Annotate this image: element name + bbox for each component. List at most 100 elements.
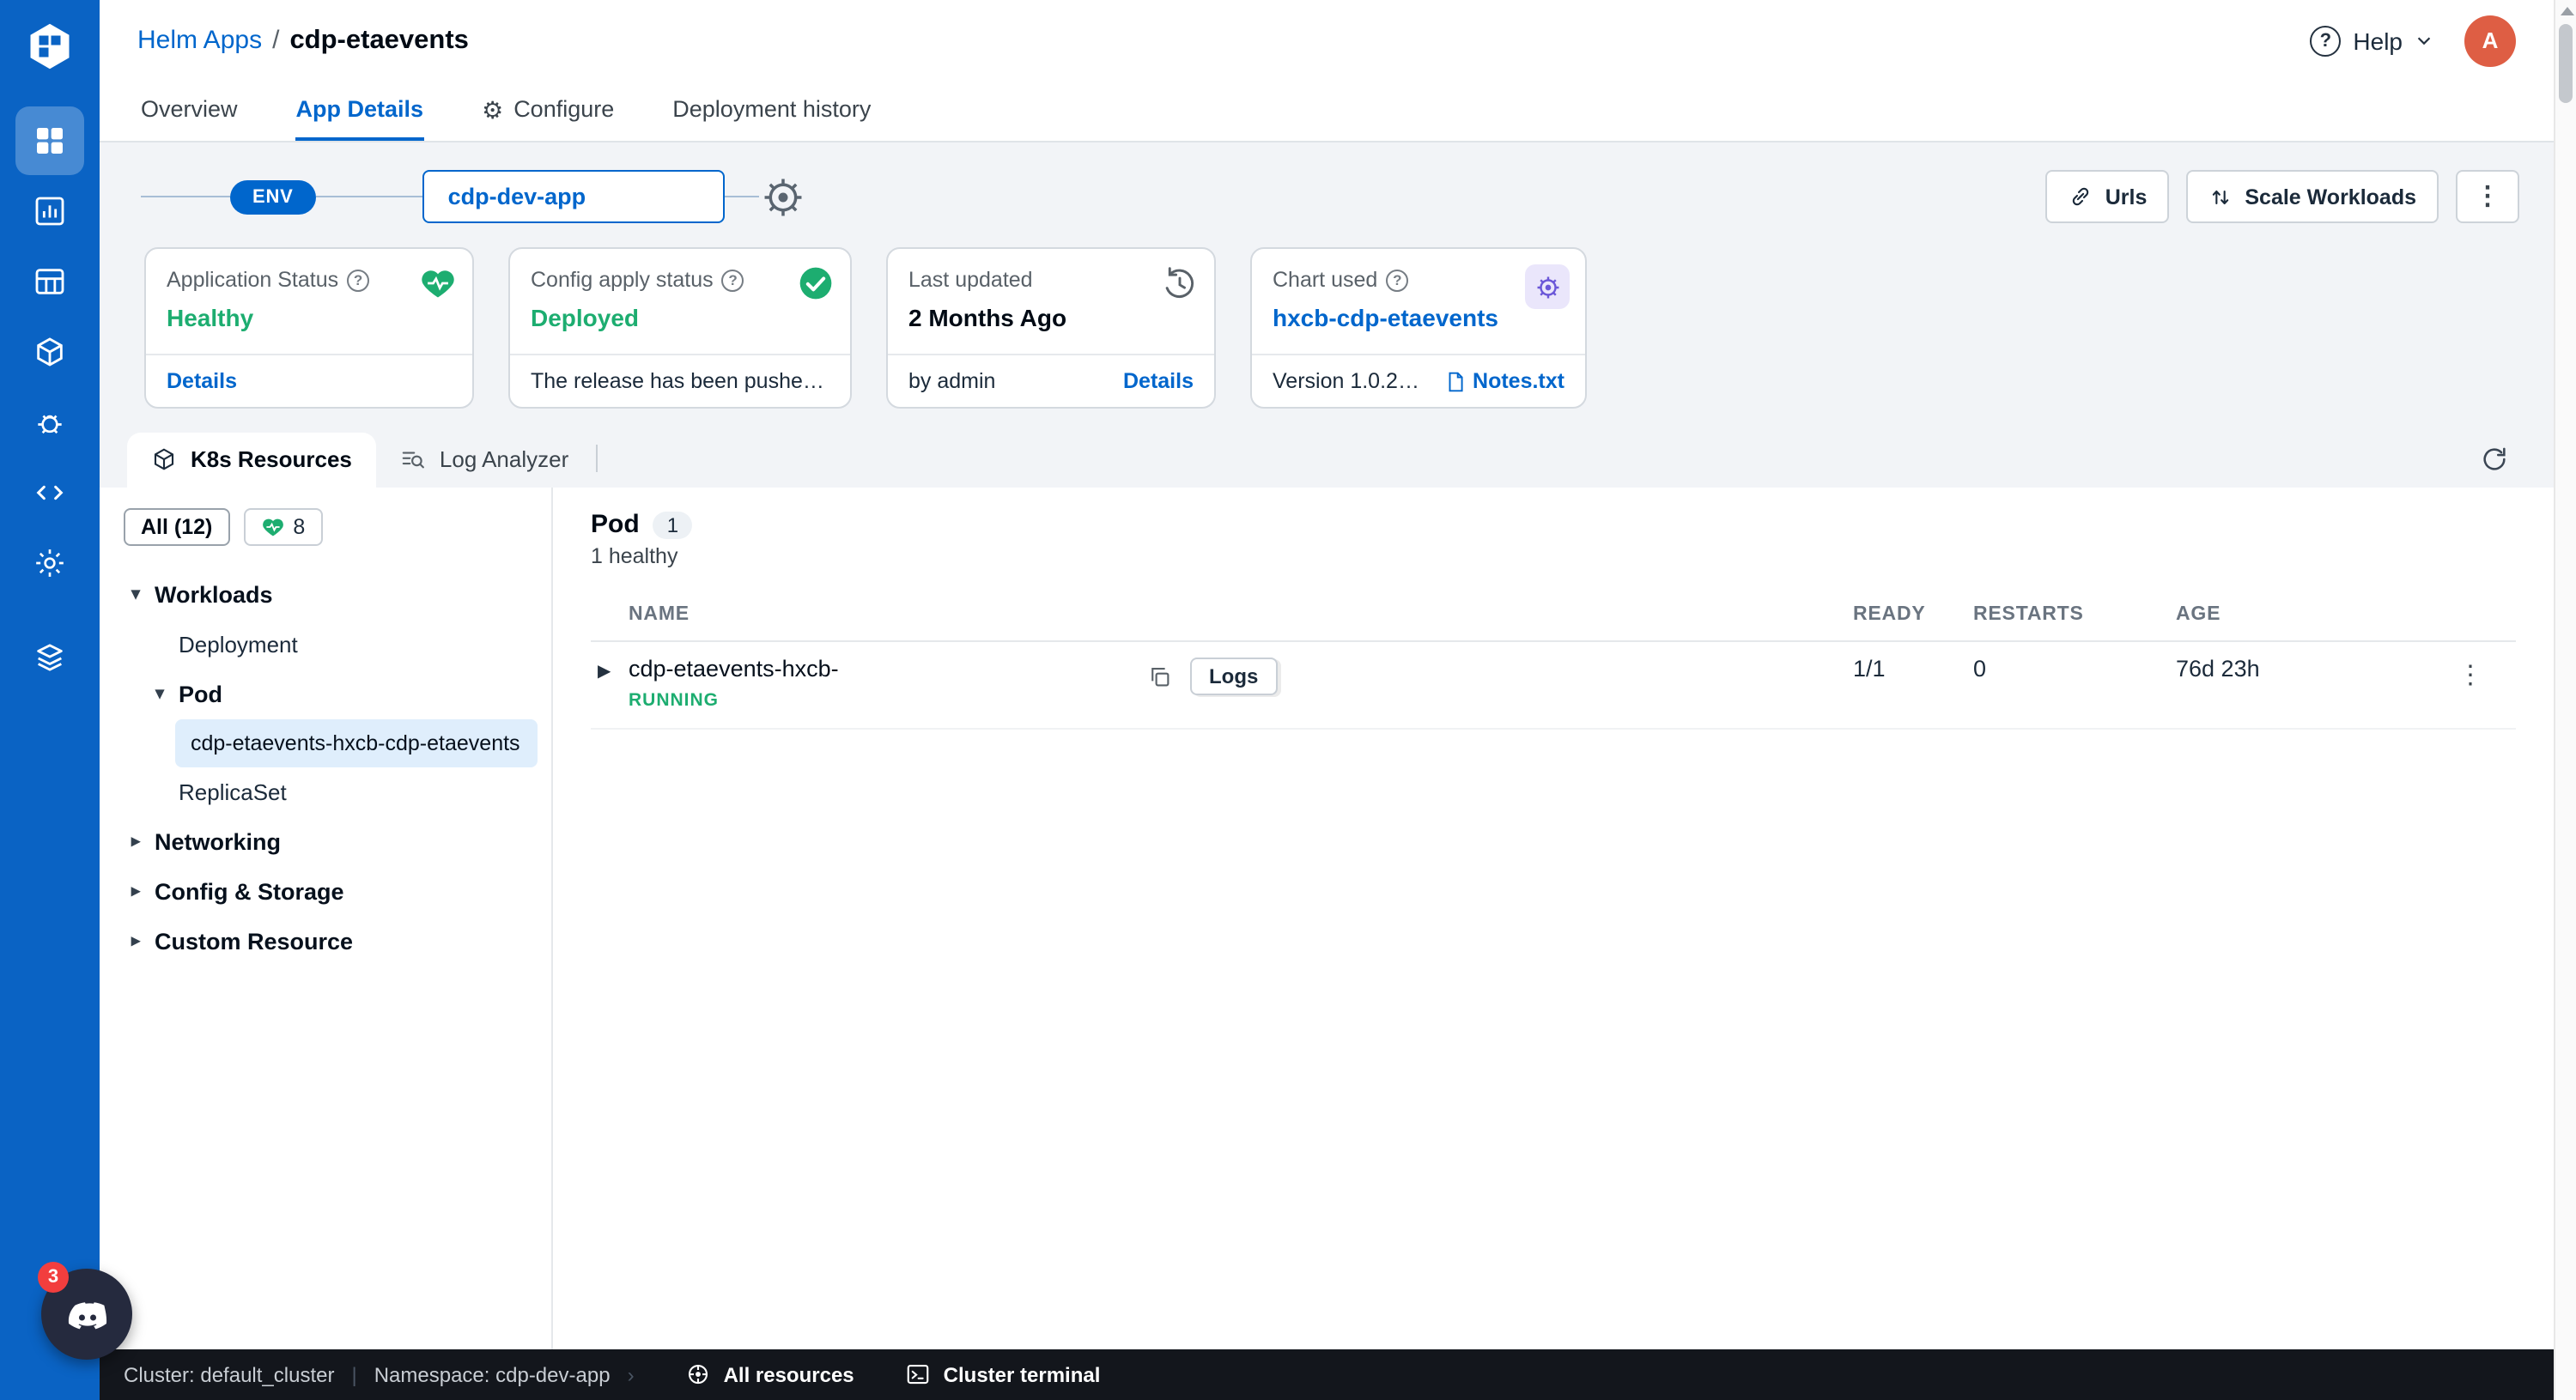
pod-ready-value: 1/1 xyxy=(1846,641,1966,730)
pod-health-summary: 1 healthy xyxy=(591,544,678,568)
cluster-terminal-button[interactable]: Cluster terminal xyxy=(906,1361,1101,1387)
breadcrumb: Helm Apps / cdp-etaevents xyxy=(137,25,469,56)
page-scrollbar[interactable] xyxy=(2554,0,2576,1400)
filter-all-chip[interactable]: All (12) xyxy=(124,508,230,546)
pod-table-row: ▶ cdp-etaevents-hxcb- RUNNING Logs 1/1 0… xyxy=(591,641,2516,730)
file-icon xyxy=(1448,371,1462,391)
resources-wheel-icon xyxy=(689,1364,708,1385)
layers-icon xyxy=(37,644,63,671)
info-icon[interactable]: ? xyxy=(347,269,370,291)
sidebar-item-resource-browser[interactable] xyxy=(15,247,84,316)
help-menu[interactable]: ? Help xyxy=(2310,25,2433,56)
code-icon xyxy=(36,485,64,500)
scale-workloads-button[interactable]: Scale Workloads xyxy=(2186,170,2439,223)
tree-item-custom-resource[interactable]: ▸ Custom Resource xyxy=(117,917,538,967)
tree-item-replicaset[interactable]: ReplicaSet xyxy=(117,767,538,817)
terminal-icon xyxy=(908,1364,929,1385)
tree-item-pod[interactable]: ▾ Pod xyxy=(117,670,538,719)
flow-line xyxy=(141,196,230,197)
app-details-header: ENV cdp-dev-app Urls Scale Workloads ⋮ A… xyxy=(100,142,2554,488)
sidebar-item-stack-details[interactable] xyxy=(15,623,84,692)
sidebar-item-global-configurations[interactable] xyxy=(15,529,84,597)
config-apply-status-title: Config apply status xyxy=(531,268,714,292)
pod-count-badge: 1 xyxy=(653,511,693,538)
kebab-icon: ⋮ xyxy=(2458,661,2483,690)
devtron-logo[interactable] xyxy=(21,17,79,76)
application-status-title: Application Status xyxy=(167,268,339,292)
sidebar-item-devtron-stack-manager[interactable] xyxy=(15,458,84,527)
tree-item-workloads[interactable]: ▾ Workloads xyxy=(117,570,538,620)
breadcrumb-helm-apps-link[interactable]: Helm Apps xyxy=(137,26,262,55)
pod-list-panel: Pod 1 1 healthy NAME READY RESTARTS AGE xyxy=(553,488,2554,1348)
caret-right-icon: ▸ xyxy=(131,882,141,901)
avatar[interactable]: A xyxy=(2464,15,2516,66)
tree-item-config-storage[interactable]: ▸ Config & Storage xyxy=(117,867,538,917)
sidebar-item-applications[interactable] xyxy=(15,106,84,175)
cluster-terminal-label: Cluster terminal xyxy=(943,1362,1101,1386)
apps-grid-icon xyxy=(37,128,63,154)
refresh-button[interactable] xyxy=(2470,434,2519,488)
tab-app-details[interactable]: App Details xyxy=(295,81,424,141)
tab-k8s-resources-label: K8s Resources xyxy=(191,446,352,472)
all-resources-button[interactable]: All resources xyxy=(686,1361,854,1387)
more-actions-button[interactable]: ⋮ xyxy=(2456,170,2519,223)
tab-overview-label: Overview xyxy=(141,96,238,122)
application-status-details-link[interactable]: Details xyxy=(167,369,237,393)
tree-item-networking[interactable]: ▸ Networking xyxy=(117,817,538,867)
sidebar-item-security[interactable] xyxy=(15,388,84,457)
k8s-resources-panel: All (12) 8 ▾ Workloads Deployment ▾ Pod … xyxy=(100,488,2554,1348)
env-app-selector[interactable]: cdp-dev-app xyxy=(422,170,725,223)
page-title: cdp-etaevents xyxy=(289,25,469,54)
chart-used-value[interactable]: hxcb-cdp-etaevents xyxy=(1273,304,1564,331)
urls-button[interactable]: Urls xyxy=(2044,170,2170,223)
tab-overview[interactable]: Overview xyxy=(141,81,238,141)
chat-notification-badge: 3 xyxy=(38,1262,69,1293)
tab-configure[interactable]: ⚙ Configure xyxy=(482,81,614,141)
notes-link[interactable]: Notes.txt xyxy=(1443,369,1564,393)
heart-pulse-icon xyxy=(419,264,457,302)
scrollbar-thumb[interactable] xyxy=(2559,24,2573,103)
tree-item-label: cdp-etaevents-hxcb-cdp-etaevents xyxy=(191,731,520,755)
kebab-icon: ⋮ xyxy=(2475,182,2500,211)
tab-deployment-history-label: Deployment history xyxy=(672,96,872,122)
cluster-label: Cluster: default_cluster xyxy=(124,1362,335,1386)
all-resources-label: All resources xyxy=(723,1362,854,1386)
tab-deployment-history[interactable]: Deployment history xyxy=(672,81,871,141)
info-icon[interactable]: ? xyxy=(1386,269,1409,291)
column-header-restarts: RESTARTS xyxy=(1966,589,2169,642)
tab-log-analyzer[interactable]: Log Analyzer xyxy=(376,433,592,488)
copy-name-button[interactable] xyxy=(1144,660,1176,693)
helm-chart-icon xyxy=(1525,264,1570,309)
tree-item-label: Pod xyxy=(179,682,222,707)
last-updated-by: by admin xyxy=(908,369,996,393)
sidebar-item-chart-store[interactable] xyxy=(15,318,84,386)
row-menu-button[interactable]: ⋮ xyxy=(2447,656,2494,695)
bar-chart-icon xyxy=(35,197,64,226)
help-icon: ? xyxy=(2310,25,2342,56)
tab-configure-label: Configure xyxy=(513,96,615,122)
filter-healthy-chip[interactable]: 8 xyxy=(243,508,323,546)
sidebar xyxy=(0,0,100,1400)
tree-item-deployment[interactable]: Deployment xyxy=(117,620,538,670)
sidebar-item-charts[interactable] xyxy=(15,177,84,245)
copy-icon xyxy=(1151,666,1170,686)
info-icon[interactable]: ? xyxy=(721,269,744,291)
resource-tree: All (12) 8 ▾ Workloads Deployment ▾ Pod … xyxy=(100,488,553,1348)
tree-item-pod-instance[interactable]: cdp-etaevents-hxcb-cdp-etaevents xyxy=(175,719,538,767)
caret-right-icon: ▸ xyxy=(131,833,141,852)
logs-button-label: Logs xyxy=(1209,664,1259,688)
pod-name[interactable]: cdp-etaevents-hxcb- xyxy=(629,656,1144,682)
chat-widget-button[interactable]: 3 xyxy=(38,1262,132,1360)
chevron-down-icon xyxy=(2417,37,2431,45)
logs-button[interactable]: Logs xyxy=(1190,658,1278,695)
chart-used-title: Chart used xyxy=(1273,268,1378,292)
app-window: Helm Apps / cdp-etaevents ? Help A Overv… xyxy=(0,0,2576,1400)
tree-item-label: ReplicaSet xyxy=(179,779,287,805)
row-expand-caret-icon[interactable]: ▶ xyxy=(598,663,629,682)
tab-log-analyzer-label: Log Analyzer xyxy=(439,446,569,472)
tree-item-label: Deployment xyxy=(179,632,298,658)
last-updated-details-link[interactable]: Details xyxy=(1123,369,1194,393)
tab-k8s-resources[interactable]: K8s Resources xyxy=(127,433,376,488)
status-bar: Cluster: default_cluster | Namespace: cd… xyxy=(100,1348,2554,1400)
scroll-up-arrow[interactable] xyxy=(2561,7,2574,15)
